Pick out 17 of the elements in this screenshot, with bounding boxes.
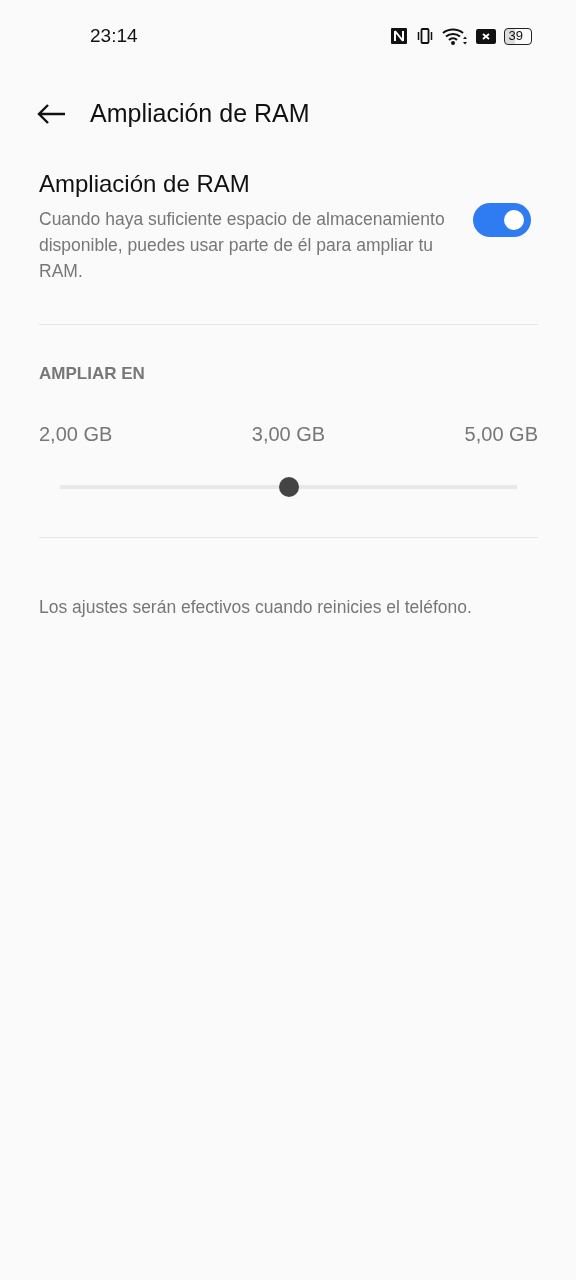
section-heading: AMPLIAR EN (39, 363, 146, 385)
setting-title: Ampliación de RAM (39, 169, 251, 199)
slider-thumb[interactable] (278, 476, 299, 497)
back-icon[interactable] (36, 103, 66, 125)
toggle-switch[interactable] (473, 203, 531, 237)
wifi-icon (441, 26, 468, 46)
restart-note: Los ajustes serán efectivos cuando reinicies el teléfono. (39, 595, 473, 619)
no-sim-icon (475, 28, 496, 44)
size-label: 3,00 GB (251, 421, 326, 447)
vibrate-icon (415, 27, 434, 45)
size-label: 5,00 GB (464, 421, 538, 447)
setting-description: Cuando haya suficiente espacio de almacenamiento disponible, puedes usar parte de él para ampliar tu RAM. (39, 208, 446, 283)
battery-icon: 39 (503, 27, 532, 45)
size-label: 2,00 GB (39, 421, 113, 447)
page-title: Ampliación de RAM (90, 98, 310, 130)
clock: 23:14 (90, 23, 138, 48)
nfc-icon (389, 27, 408, 45)
